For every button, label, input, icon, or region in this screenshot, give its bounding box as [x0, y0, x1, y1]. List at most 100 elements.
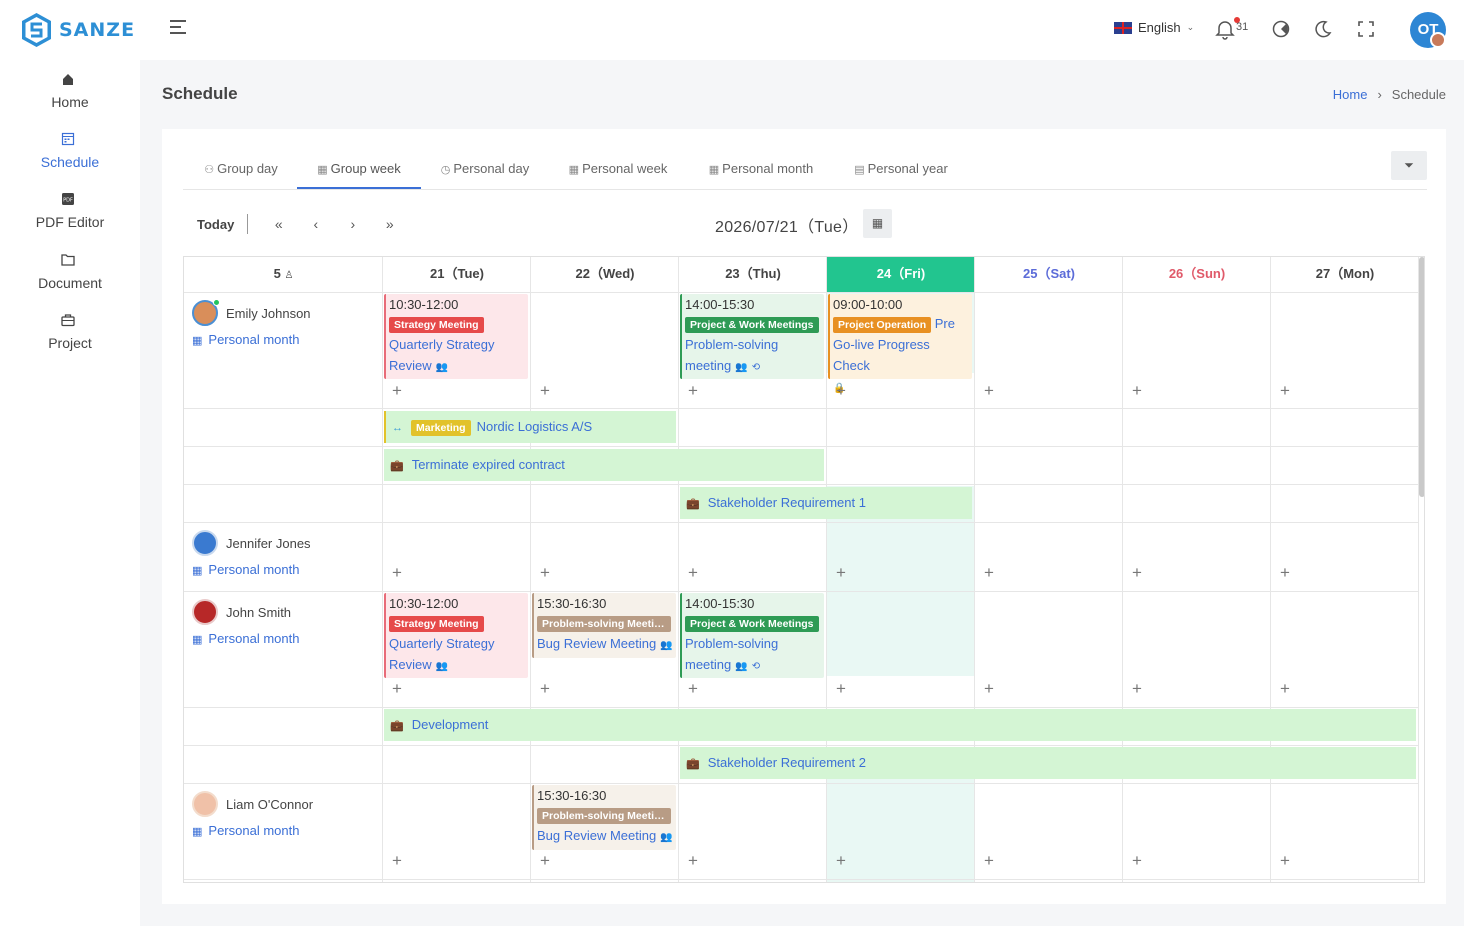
tab-personal-month[interactable]: ▦ Personal month — [704, 151, 818, 189]
add-event-button[interactable]: + — [1132, 564, 1142, 581]
date-toolbar: Today « ‹ › » — [197, 214, 408, 234]
tab-group-day[interactable]: ⚇ Group day — [201, 151, 281, 189]
add-event-button[interactable]: + — [688, 564, 698, 581]
person-icon: ♙ — [284, 270, 294, 281]
personal-month-link[interactable]: ▦ Personal month — [192, 562, 299, 577]
add-event-button[interactable]: + — [688, 852, 698, 869]
day-header[interactable]: 27（Mon) — [1271, 257, 1419, 292]
grid-line — [678, 257, 679, 882]
prev-month-button[interactable]: « — [260, 216, 297, 232]
sidebar-item-label: Project — [48, 335, 92, 351]
add-event-button[interactable]: + — [540, 680, 550, 697]
project-bar[interactable]: 💼 Terminate expired contract — [384, 449, 824, 481]
add-event-button[interactable]: + — [1280, 564, 1290, 581]
filter-button[interactable]: ⏷ — [1391, 151, 1427, 180]
marketing-tag: Marketing — [411, 419, 471, 436]
breadcrumb-separator-icon: › — [1377, 87, 1382, 102]
day-header[interactable]: 25（Sat) — [975, 257, 1123, 292]
event-card[interactable]: 15:30-16:30 Problem-solving Meetin... Bu… — [532, 593, 676, 658]
sidebar-item-schedule[interactable]: Schedule — [0, 130, 140, 170]
add-event-button[interactable]: + — [836, 680, 846, 697]
sidebar-item-home[interactable]: Home — [0, 70, 140, 110]
menu-toggle-icon[interactable] — [170, 20, 186, 38]
moon-icon[interactable] — [1312, 18, 1334, 40]
tab-personal-week[interactable]: ▦ Personal week — [565, 151, 671, 189]
sidebar-item-pdf-editor[interactable]: PDF PDF Editor — [0, 190, 140, 230]
sidebar: SANZE Home Schedule PDF PDF Editor Docum… — [0, 0, 140, 926]
grid-line — [184, 783, 1419, 784]
day-header[interactable]: 26（Sun) — [1123, 257, 1271, 292]
event-card[interactable]: 09:00-10:00 Project Operation Pre Go-liv… — [828, 294, 972, 394]
logo-text: SANZE — [59, 19, 136, 41]
next-month-button[interactable]: » — [371, 216, 408, 232]
uk-flag-icon — [1114, 21, 1132, 34]
grid-line — [382, 257, 383, 882]
personal-month-link[interactable]: ▦ Personal month — [192, 823, 299, 838]
add-event-button[interactable]: + — [1280, 382, 1290, 399]
add-event-button[interactable]: + — [836, 852, 846, 869]
today-button[interactable]: Today — [197, 217, 234, 232]
sidebar-item-label: Schedule — [40, 154, 100, 170]
add-event-button[interactable]: + — [836, 382, 846, 399]
add-event-button[interactable]: + — [392, 680, 402, 697]
project-bar[interactable]: 💼 Development — [384, 709, 1416, 741]
date-picker-button[interactable]: ▦ — [863, 209, 892, 238]
logo[interactable]: SANZE — [20, 12, 135, 48]
event-tag: Project & Work Meetings — [685, 316, 819, 333]
add-event-button[interactable]: + — [1132, 680, 1142, 697]
fullscreen-icon[interactable] — [1355, 18, 1377, 40]
personal-month-link[interactable]: ▦ Personal month — [192, 332, 299, 347]
breadcrumb-home[interactable]: Home — [1333, 87, 1368, 102]
theme-icon[interactable] — [1270, 18, 1292, 40]
tab-group-week[interactable]: ▦ Group week — [297, 151, 421, 189]
day-header[interactable]: 22（Wed) — [531, 257, 679, 292]
event-card[interactable]: 10:30-12:00 Strategy Meeting Quarterly S… — [384, 294, 528, 379]
add-event-button[interactable]: + — [1280, 852, 1290, 869]
sanze-logo-icon — [22, 13, 51, 47]
event-tag: Project & Work Meetings — [685, 615, 819, 632]
add-event-button[interactable]: + — [984, 382, 994, 399]
event-card[interactable]: 14:00-15:30 Project & Work Meetings Prob… — [680, 294, 824, 379]
grid-line — [184, 591, 1419, 592]
sidebar-item-project[interactable]: Project — [0, 311, 140, 351]
event-time: 15:30-16:30 — [537, 788, 607, 803]
add-event-button[interactable]: + — [540, 564, 550, 581]
day-header[interactable]: 21（Tue) — [383, 257, 531, 292]
add-event-button[interactable]: + — [984, 564, 994, 581]
add-event-button[interactable]: + — [836, 564, 846, 581]
filter-icon: ⏷ — [1404, 158, 1414, 172]
person-name: Jennifer Jones — [226, 536, 311, 551]
event-card[interactable]: 10:30-12:00 Strategy Meeting Quarterly S… — [384, 593, 528, 678]
day-header-today[interactable]: 24（Fri) — [827, 257, 975, 292]
add-event-button[interactable]: + — [392, 382, 402, 399]
bell-icon[interactable] — [1214, 18, 1236, 40]
repeat-icon: ⟲ — [751, 661, 761, 672]
tab-personal-day[interactable]: ◷ Personal day — [437, 151, 533, 189]
vertical-scrollbar[interactable] — [1419, 257, 1424, 497]
sidebar-item-document[interactable]: Document — [0, 251, 140, 291]
next-week-button[interactable]: › — [334, 216, 371, 232]
prev-week-button[interactable]: ‹ — [297, 216, 334, 232]
add-event-button[interactable]: + — [688, 680, 698, 697]
project-bar[interactable]: 💼 Stakeholder Requirement 1 — [680, 487, 972, 519]
group-icon: 👥 — [435, 362, 449, 373]
personal-month-link[interactable]: ▦ Personal month — [192, 631, 299, 646]
briefcase-icon: 💼 — [686, 498, 700, 510]
tab-personal-year[interactable]: ▤ Personal year — [849, 151, 953, 189]
language-selector[interactable]: English ⌄ — [1114, 20, 1194, 35]
add-event-button[interactable]: + — [392, 564, 402, 581]
add-event-button[interactable]: + — [540, 852, 550, 869]
add-event-button[interactable]: + — [1132, 382, 1142, 399]
event-card[interactable]: 14:00-15:30 Project & Work Meetings Prob… — [680, 593, 824, 678]
add-event-button[interactable]: + — [540, 382, 550, 399]
add-event-button[interactable]: + — [688, 382, 698, 399]
day-header[interactable]: 23（Thu) — [679, 257, 827, 292]
add-event-button[interactable]: + — [984, 680, 994, 697]
add-event-button[interactable]: + — [1132, 852, 1142, 869]
project-bar[interactable]: 💼 Stakeholder Requirement 2 — [680, 747, 1416, 779]
add-event-button[interactable]: + — [984, 852, 994, 869]
event-card[interactable]: 15:30-16:30 Problem-solving Meetin... Bu… — [532, 785, 676, 850]
add-event-button[interactable]: + — [1280, 680, 1290, 697]
marketing-bar[interactable]: ↔ Marketing Nordic Logistics A/S — [384, 411, 676, 443]
add-event-button[interactable]: + — [392, 852, 402, 869]
